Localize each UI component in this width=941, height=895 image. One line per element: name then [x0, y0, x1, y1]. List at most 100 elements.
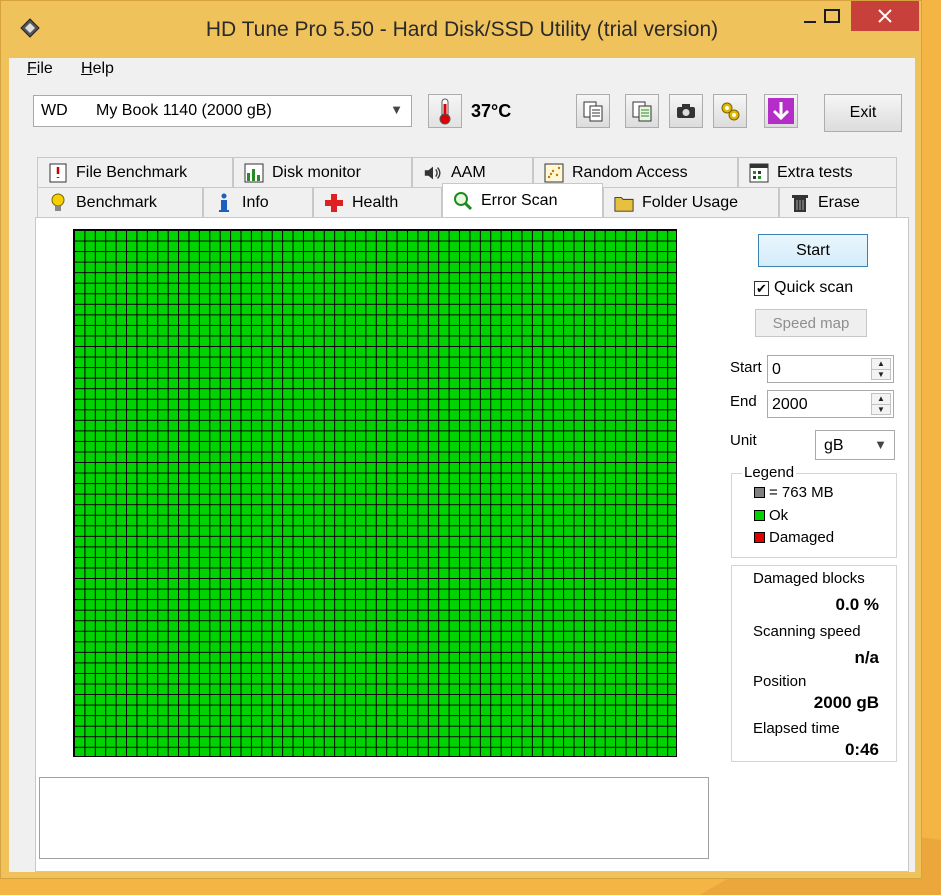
- tab-file-benchmark[interactable]: File Benchmark: [37, 157, 233, 187]
- scanning-speed-value: n/a: [854, 648, 879, 667]
- position-value: 2000 gB: [813, 693, 879, 712]
- quick-scan-label: Quick scan: [774, 279, 854, 296]
- drive-select[interactable]: WD My Book 1140 (2000 gB) ▼: [33, 95, 412, 127]
- tab-erase[interactable]: Erase: [779, 187, 897, 217]
- legend-item-block-size: = 763 MB: [754, 484, 834, 501]
- elapsed-time-label: Elapsed time: [753, 720, 840, 737]
- options-button[interactable]: [713, 94, 747, 128]
- tab-label: Folder Usage: [642, 193, 739, 211]
- options-gear-icon: [721, 102, 740, 121]
- client-area: WD My Book 1140 (2000 gB) ▼ 37°C Exit Fi…: [9, 82, 915, 872]
- error-scan-block-map: [73, 229, 677, 757]
- lightbulb-icon: [48, 193, 68, 213]
- copy-info-button[interactable]: [576, 94, 610, 128]
- legend-label: Ok: [769, 507, 789, 524]
- legend-item-ok: Ok: [754, 507, 788, 524]
- menu-file-label: ile: [36, 60, 53, 77]
- start-field-label: Start: [730, 359, 762, 376]
- tab-label: Disk monitor: [272, 163, 361, 181]
- speaker-icon: [423, 163, 443, 183]
- tab-disk-monitor[interactable]: Disk monitor: [233, 157, 412, 187]
- elapsed-time-value: 0:46: [844, 740, 879, 759]
- menu-help-label: elp: [92, 60, 114, 77]
- copy-all-button[interactable]: [625, 94, 659, 128]
- trash-icon: [790, 193, 810, 213]
- file-benchmark-icon: [48, 163, 68, 183]
- tab-folder-usage[interactable]: Folder Usage: [603, 187, 779, 217]
- camera-icon: [677, 104, 695, 118]
- close-button[interactable]: [851, 1, 919, 31]
- scan-statistics: Damaged blocks 0.0 % Scanning speed n/a …: [731, 565, 897, 762]
- window-title: HD Tune Pro 5.50 - Hard Disk/SSD Utility…: [205, 18, 719, 41]
- chevron-down-icon: ▼: [874, 437, 887, 452]
- damaged-blocks-value: 0.0 %: [835, 595, 879, 614]
- spin-up-icon[interactable]: ▲: [872, 359, 890, 369]
- legend-item-damaged: Damaged: [754, 529, 834, 546]
- position-label: Position: [753, 673, 807, 690]
- log-output-box[interactable]: [39, 777, 709, 859]
- checkbox-checked-icon: ✔: [754, 280, 769, 296]
- legend-label: = 763 MB: [769, 484, 834, 501]
- disk-monitor-icon: [244, 163, 264, 183]
- damaged-blocks-label: Damaged blocks: [753, 570, 865, 587]
- menu-help-mnemonic: H: [81, 60, 93, 77]
- drive-brand: WD: [41, 102, 68, 119]
- tab-health[interactable]: Health: [313, 187, 442, 217]
- copy-info-icon: [583, 101, 603, 122]
- app-window: HD Tune Pro 5.50 - Hard Disk/SSD Utility…: [0, 0, 922, 879]
- scanning-speed-label: Scanning speed: [753, 623, 861, 640]
- unit-value: gB: [824, 437, 844, 454]
- hd-tune-app-icon[interactable]: [19, 17, 41, 39]
- red-swatch-icon: [754, 532, 765, 543]
- start-value: 0: [772, 361, 781, 378]
- tab-label: AAM: [451, 163, 486, 181]
- tab-extra-tests[interactable]: Extra tests: [738, 157, 897, 187]
- end-value: 2000: [772, 396, 808, 413]
- start-spin-buttons[interactable]: ▲ ▼: [871, 358, 891, 380]
- magnifier-icon: [453, 191, 473, 211]
- tab-label: File Benchmark: [76, 163, 188, 181]
- spin-down-icon[interactable]: ▼: [872, 369, 890, 379]
- tab-label: Info: [242, 193, 269, 211]
- start-scan-button[interactable]: Start: [758, 234, 868, 267]
- screenshot-button[interactable]: [669, 94, 703, 128]
- folder-icon: [614, 193, 634, 213]
- tab-label: Benchmark: [76, 193, 157, 211]
- tab-label: Erase: [818, 193, 860, 211]
- tab-label: Extra tests: [777, 163, 853, 181]
- maximize-button[interactable]: [815, 1, 849, 31]
- spin-up-icon[interactable]: ▲: [872, 394, 890, 404]
- unit-select[interactable]: gB ▼: [815, 430, 895, 460]
- end-spin-buttons[interactable]: ▲ ▼: [871, 393, 891, 415]
- random-access-icon: [544, 163, 564, 183]
- exit-button[interactable]: Exit: [824, 94, 902, 132]
- tab-label: Error Scan: [481, 191, 558, 209]
- menu-file-mnemonic: F: [27, 60, 37, 77]
- menu-bar: File Help: [9, 58, 915, 82]
- temperature-value: 37°C: [471, 101, 512, 121]
- copy-all-icon: [632, 101, 652, 122]
- info-icon: [214, 193, 234, 213]
- thermometer-icon: [439, 98, 451, 125]
- temperature-button[interactable]: [428, 94, 462, 128]
- download-button[interactable]: [764, 94, 798, 128]
- tab-label: Health: [352, 193, 399, 211]
- close-icon: [878, 9, 892, 23]
- extra-tests-icon: [749, 163, 769, 183]
- menu-help[interactable]: Help: [81, 60, 114, 78]
- speed-map-button[interactable]: Speed map: [755, 309, 867, 337]
- tab-info[interactable]: Info: [203, 187, 313, 217]
- tab-error-scan[interactable]: Error Scan: [442, 183, 603, 217]
- quick-scan-checkbox[interactable]: ✔ Quick scan: [754, 279, 853, 297]
- health-cross-icon: [324, 193, 344, 213]
- green-swatch-icon: [754, 510, 765, 521]
- start-spinbox[interactable]: 0 ▲ ▼: [767, 355, 894, 383]
- end-field-label: End: [730, 393, 757, 410]
- spin-down-icon[interactable]: ▼: [872, 404, 890, 414]
- title-bar[interactable]: HD Tune Pro 5.50 - Hard Disk/SSD Utility…: [1, 1, 923, 58]
- end-spinbox[interactable]: 2000 ▲ ▼: [767, 390, 894, 418]
- tab-benchmark[interactable]: Benchmark: [37, 187, 203, 217]
- chevron-down-icon: ▼: [390, 102, 403, 117]
- menu-file[interactable]: File: [27, 60, 53, 78]
- unit-field-label: Unit: [730, 432, 757, 449]
